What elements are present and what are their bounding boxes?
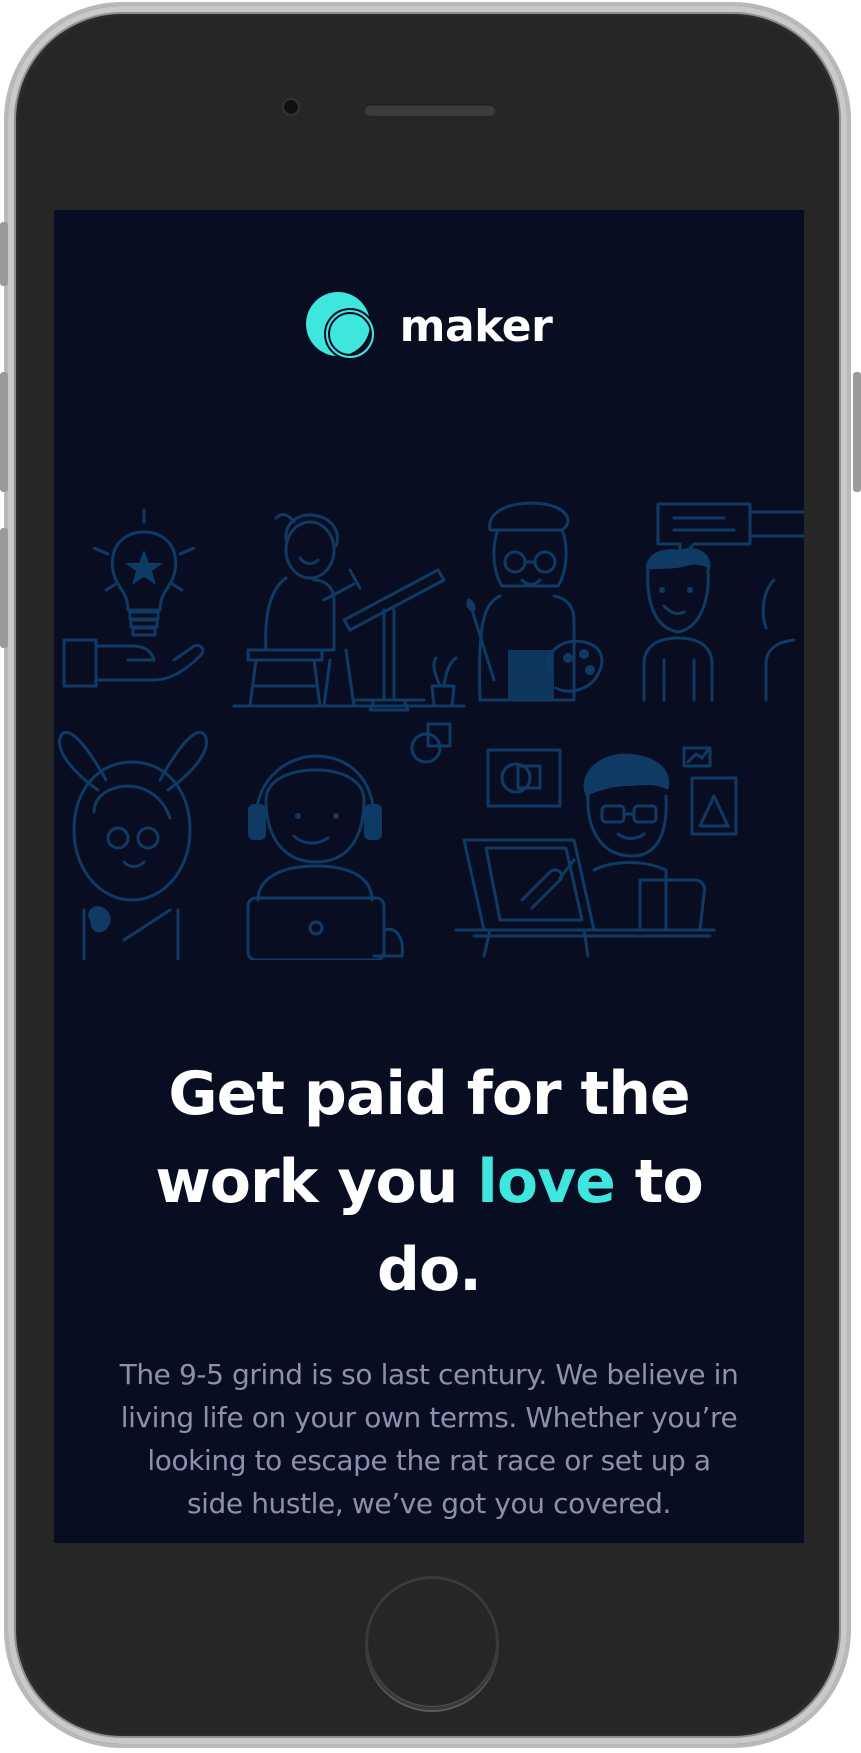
volume-down-button bbox=[0, 528, 8, 648]
floating-shapes-illustration bbox=[410, 722, 452, 764]
illustration-grid bbox=[58, 501, 804, 960]
painter-with-palette-illustration bbox=[466, 501, 604, 702]
earpiece-speaker bbox=[364, 104, 496, 116]
brand-logo[interactable]: maker bbox=[54, 290, 804, 362]
front-camera bbox=[284, 100, 298, 114]
person-with-speech-bubble-illustration bbox=[642, 502, 804, 702]
power-button bbox=[853, 372, 861, 492]
screen: maker Get paid for the work you love to … bbox=[54, 210, 804, 1543]
headline-accent-word: love bbox=[477, 1147, 616, 1217]
headset-laptop-worker-illustration bbox=[246, 754, 404, 960]
hero-headline: Get paid for the work you love to do. bbox=[149, 1050, 709, 1314]
artist-at-drafting-table-illustration bbox=[232, 513, 466, 712]
volume-up-button bbox=[0, 372, 8, 492]
lightbulb-hand-illustration bbox=[62, 508, 205, 688]
maker-logo-icon bbox=[305, 292, 376, 360]
designer-at-drawing-tablet-illustration bbox=[454, 746, 738, 958]
home-button[interactable] bbox=[365, 1576, 499, 1710]
brand-name: maker bbox=[399, 300, 553, 352]
mute-switch bbox=[0, 222, 8, 286]
bunny-costume-character-illustration bbox=[58, 730, 208, 960]
device-mockup: maker Get paid for the work you love to … bbox=[0, 0, 861, 1753]
hero-description: The 9-5 grind is so last century. We bel… bbox=[119, 1358, 739, 1520]
